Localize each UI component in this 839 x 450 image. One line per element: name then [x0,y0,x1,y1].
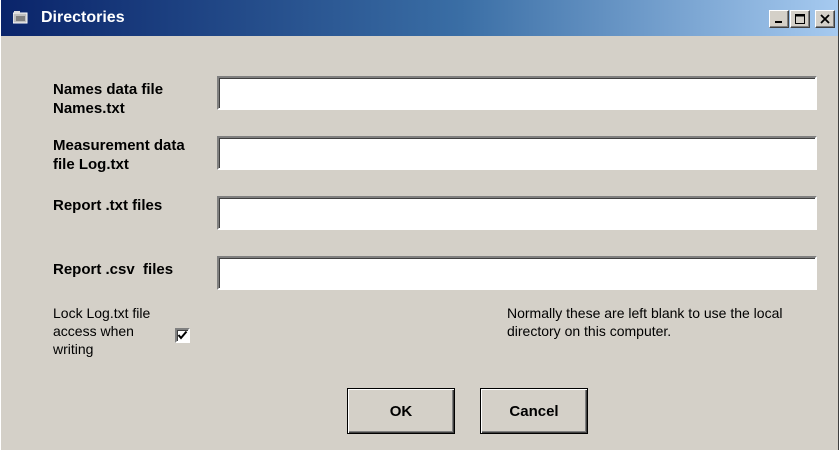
names-file-label: Names data file Names.txt [53,80,163,118]
cancel-button[interactable]: Cancel [480,388,588,434]
lock-file-label: Lock Log.txt file access when writing [53,304,173,358]
names-file-label-line2: Names.txt [53,100,125,117]
close-button[interactable] [815,10,835,28]
measurement-file-label-line2: file Log.txt [53,156,129,173]
folder-icon [12,10,29,24]
measurement-file-input[interactable] [217,136,817,170]
lock-file-label-line2: access when [53,323,134,339]
checkmark-icon [177,330,188,340]
names-file-input[interactable] [217,76,817,110]
lock-file-checkbox[interactable] [175,328,190,343]
measurement-file-label: Measurement data file Log.txt [53,136,185,174]
report-csv-input[interactable] [217,256,817,290]
close-icon [820,14,830,24]
minimize-button[interactable] [769,10,789,28]
names-file-label-line1: Names data file [53,81,164,98]
ok-button[interactable]: OK [347,388,455,434]
window-title: Directories [41,9,125,26]
report-csv-label: Report .csv files [53,261,174,278]
report-txt-input[interactable] [217,196,817,230]
maximize-button[interactable] [790,10,810,28]
title-bar[interactable]: Directories [1,0,838,36]
measurement-file-label-line1: Measurement data [53,137,185,154]
info-note: Normally these are left blank to use the… [507,304,827,340]
report-txt-label: Report .txt files [53,197,163,214]
lock-file-label-line1: Lock Log.txt file [53,305,151,321]
info-note-line2: directory on this computer. [507,323,672,339]
minimize-icon [775,21,782,23]
maximize-icon [795,14,805,24]
directories-dialog: Directories Names data file Names.txt Me… [0,0,839,450]
info-note-line1: Normally these are left blank to use the… [507,305,783,321]
lock-file-label-line3: writing [53,341,94,357]
